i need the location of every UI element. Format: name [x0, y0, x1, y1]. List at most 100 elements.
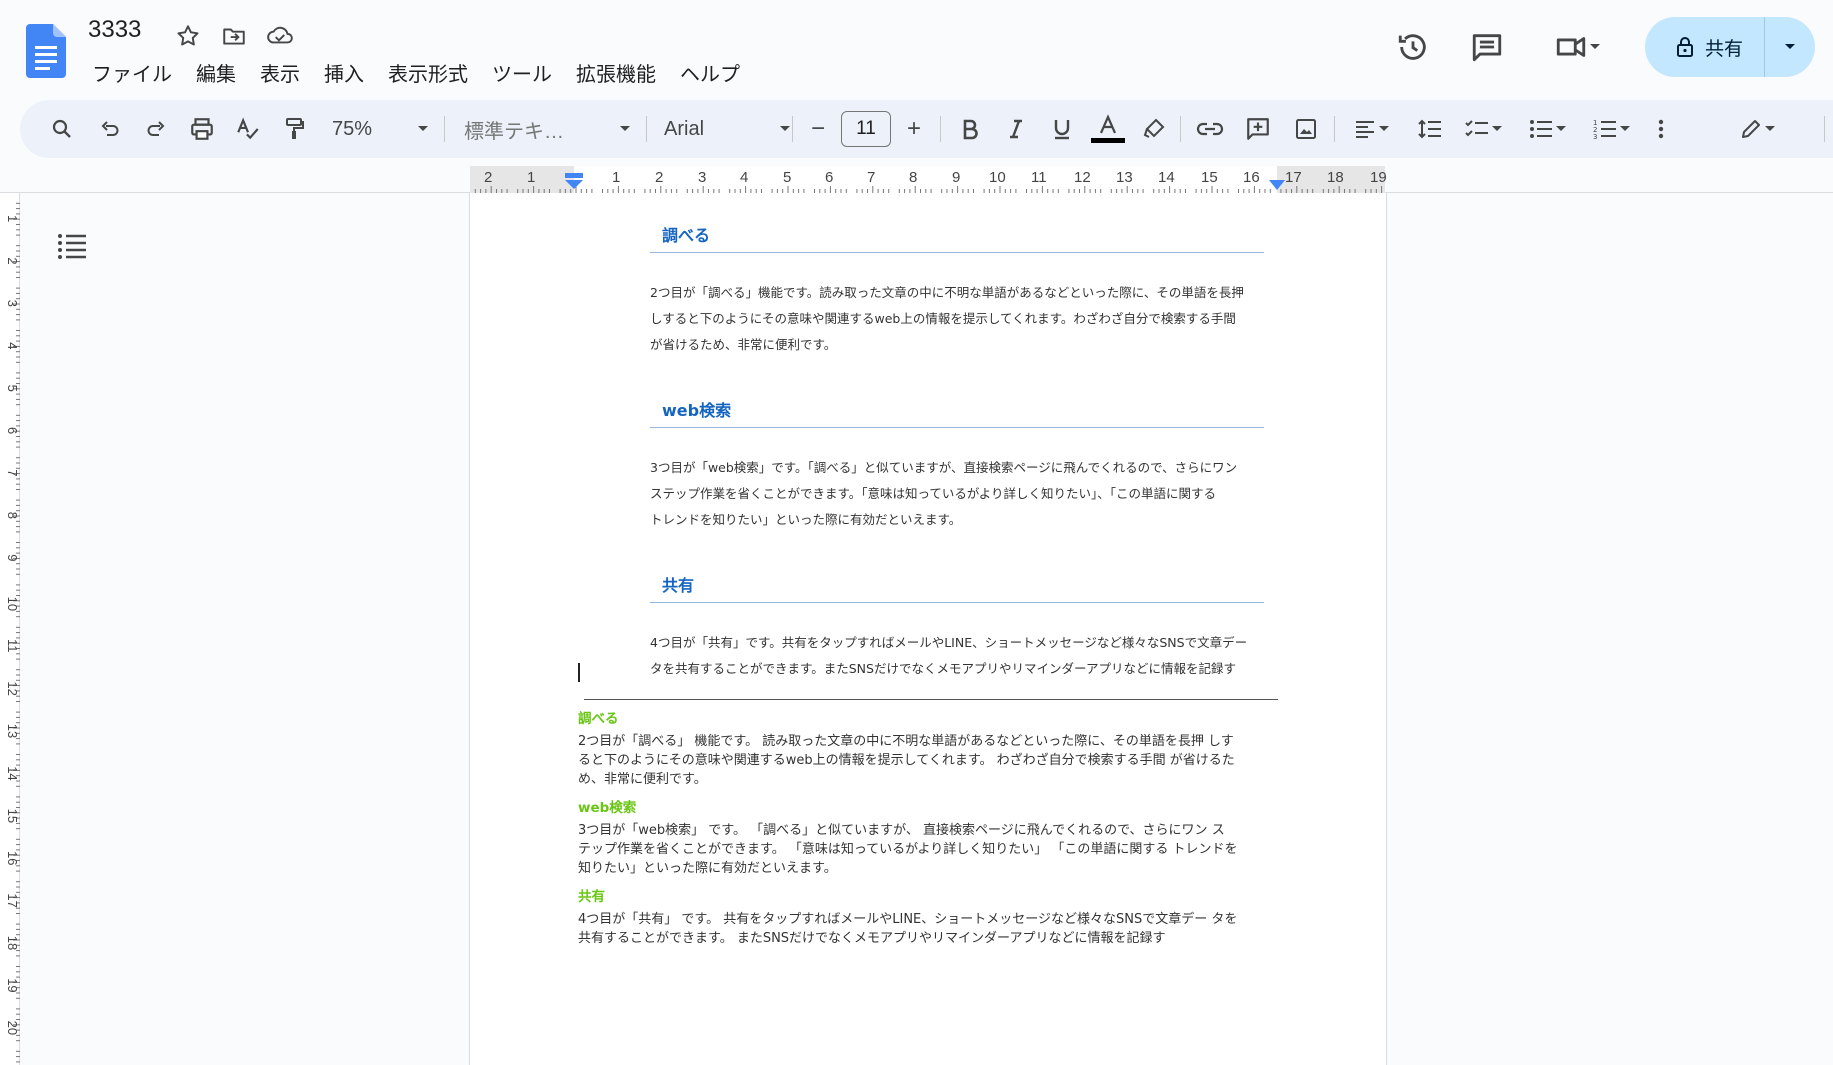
align-menu[interactable]: [1344, 109, 1400, 149]
heading-shiraberu: 調べる: [662, 226, 711, 245]
vertical-ruler[interactable]: 1 2 3 4 5 6 7 8 9 10 11 12 13 14 15 16 17 18 19 20: [0, 193, 20, 1065]
outline-list-icon: [58, 234, 86, 259]
numbered-list-icon: 123: [1593, 119, 1616, 141]
font-select[interactable]: Arial: [654, 109, 802, 149]
numbered-list-menu[interactable]: 123: [1584, 109, 1640, 149]
menu-extensions[interactable]: 拡張機能: [564, 56, 668, 89]
bold-icon[interactable]: [952, 109, 988, 149]
spellcheck-icon[interactable]: [228, 109, 268, 149]
vertical-ruler-number: 15: [5, 809, 20, 823]
chevron-down-icon: [1765, 126, 1775, 131]
vertical-ruler-number: 13: [5, 724, 20, 738]
chevron-down-icon: [418, 126, 428, 131]
star-icon[interactable]: [172, 20, 204, 52]
underline-icon[interactable]: [1044, 109, 1080, 149]
menu-help[interactable]: ヘルプ: [668, 56, 752, 89]
version-history-icon[interactable]: [1389, 23, 1437, 71]
text-line: テップ作業を省くことができます。 「意味は知っているがより詳しく知りたい」 「こ…: [578, 842, 1238, 857]
lock-icon: [1677, 37, 1693, 57]
menu-insert[interactable]: 挿入: [312, 56, 376, 89]
vertical-ruler-number: 19: [5, 978, 20, 992]
vertical-ruler-number: 14: [5, 766, 20, 780]
horizontal-ruler[interactable]: 2 1 1 2 3 4 5 6 7 8 9 10 11 12 13 14 15 …: [0, 166, 1833, 193]
pasted-paragraph: 3つ目が「web検索」 です。 「調べる」と似ていますが、 直接検索ページに飛ん…: [578, 821, 1278, 878]
ruler-number: 17: [1285, 169, 1302, 186]
more-options-icon[interactable]: [1648, 109, 1674, 149]
document-page[interactable]: 調べる 2つ目が「調べる」機能です。読み取った文章の中に不明な単語があるなどとい…: [469, 193, 1387, 1065]
heading-underline: [650, 602, 1264, 603]
print-icon[interactable]: [182, 109, 222, 149]
text-line: タを共有することができます。またSNSだけでなくメモアプリやリマインダーアプリな…: [650, 661, 1236, 676]
pasted-heading-web-search: web検索: [578, 800, 637, 816]
plus-label: +: [906, 115, 921, 142]
insert-link-icon[interactable]: [1190, 109, 1230, 149]
vertical-ruler-number: 1: [5, 215, 20, 222]
text-color-icon[interactable]: [1088, 109, 1128, 149]
checklist-menu[interactable]: [1456, 109, 1512, 149]
ruler-number: 12: [1074, 169, 1091, 186]
right-indent-marker[interactable]: [1269, 180, 1285, 191]
ruler-number: 13: [1116, 169, 1133, 186]
vertical-ruler-number: 8: [5, 512, 20, 519]
paragraph: 2つ目が「調べる」機能です。読み取った文章の中に不明な単語があるなどといった際に…: [650, 280, 1266, 358]
paint-format-icon[interactable]: [274, 109, 314, 149]
add-comment-icon[interactable]: [1238, 109, 1278, 149]
meet-icon[interactable]: [1543, 23, 1613, 71]
chevron-down-icon: [1379, 126, 1389, 131]
text-line: ステップ作業を省くことができます。「意味は知っているがより詳しく知りたい」、「こ…: [650, 486, 1217, 501]
text-line: め、非常に便利です。: [578, 772, 707, 787]
menu-format[interactable]: 表示形式: [376, 56, 480, 89]
move-to-folder-icon[interactable]: [218, 20, 250, 52]
increase-font-size-button[interactable]: +: [896, 109, 932, 149]
menu-file[interactable]: ファイル: [80, 56, 184, 89]
paragraph-style-select[interactable]: 標準テキ…: [458, 109, 638, 149]
italic-icon[interactable]: [998, 109, 1034, 149]
ruler-number: 8: [909, 169, 918, 186]
chevron-down-icon: [1556, 126, 1566, 131]
cloud-saved-icon[interactable]: [264, 20, 296, 52]
menu-view[interactable]: 表示: [248, 56, 312, 89]
font-size-input[interactable]: 11: [841, 111, 891, 147]
bulleted-list-menu[interactable]: [1520, 109, 1576, 149]
document-outline-button[interactable]: [54, 228, 90, 264]
heading-share: 共有: [662, 576, 695, 595]
vertical-ruler-number: 3: [5, 300, 20, 307]
menu-edit[interactable]: 編集: [184, 56, 248, 89]
chevron-down-icon: [620, 126, 630, 131]
vertical-ruler-number: 10: [5, 597, 20, 611]
text-line: 2つ目が「調べる」機能です。読み取った文章の中に不明な単語があるなどといった際に…: [650, 285, 1244, 300]
comments-icon[interactable]: [1463, 23, 1511, 71]
vertical-ruler-number: 2: [5, 257, 20, 264]
pasted-heading-shiraberu: 調べる: [578, 711, 619, 727]
text-line: 4つ目が「共有」です。共有をタップすればメールやLINE、ショートメッセージなど…: [650, 635, 1248, 650]
insert-image-icon[interactable]: [1286, 109, 1326, 149]
undo-icon[interactable]: [90, 109, 130, 149]
document-title[interactable]: 3333: [88, 16, 141, 44]
docs-logo-icon[interactable]: [26, 24, 66, 78]
divider-line: [584, 699, 1278, 700]
decrease-font-size-button[interactable]: −: [800, 109, 836, 149]
ruler-number: 9: [952, 169, 961, 186]
vertical-ruler-number: 17: [5, 893, 20, 907]
share-button[interactable]: 共有: [1645, 17, 1815, 77]
menu-tools[interactable]: ツール: [480, 56, 564, 89]
vertical-ruler-number: 20: [5, 1021, 20, 1035]
heading-underline: [650, 252, 1264, 253]
editing-mode-menu[interactable]: [1728, 109, 1788, 149]
ruler-number: 2: [484, 169, 493, 186]
highlight-color-icon[interactable]: [1136, 109, 1172, 149]
vertical-ruler-number: 4: [5, 342, 20, 349]
vertical-ruler-ticks: 1234567891011121314151617181920: [5, 202, 20, 1063]
vertical-ruler-number: 5: [5, 385, 20, 392]
zoom-select[interactable]: 75%: [326, 109, 436, 149]
text-line: 3つ目が「web検索」です。「調べる」と似ていますが、直接検索ページに飛んでくれ…: [650, 460, 1238, 475]
line-spacing-icon[interactable]: [1410, 109, 1450, 149]
vertical-ruler-number: 7: [5, 469, 20, 476]
left-indent-marker[interactable]: [563, 173, 585, 191]
share-dropdown[interactable]: [1765, 17, 1815, 77]
search-menus-icon[interactable]: [42, 109, 82, 149]
redo-icon[interactable]: [136, 109, 176, 149]
chevron-down-icon: [1620, 126, 1630, 131]
vertical-ruler-number: 16: [5, 851, 20, 865]
ruler-number: 5: [783, 169, 792, 186]
